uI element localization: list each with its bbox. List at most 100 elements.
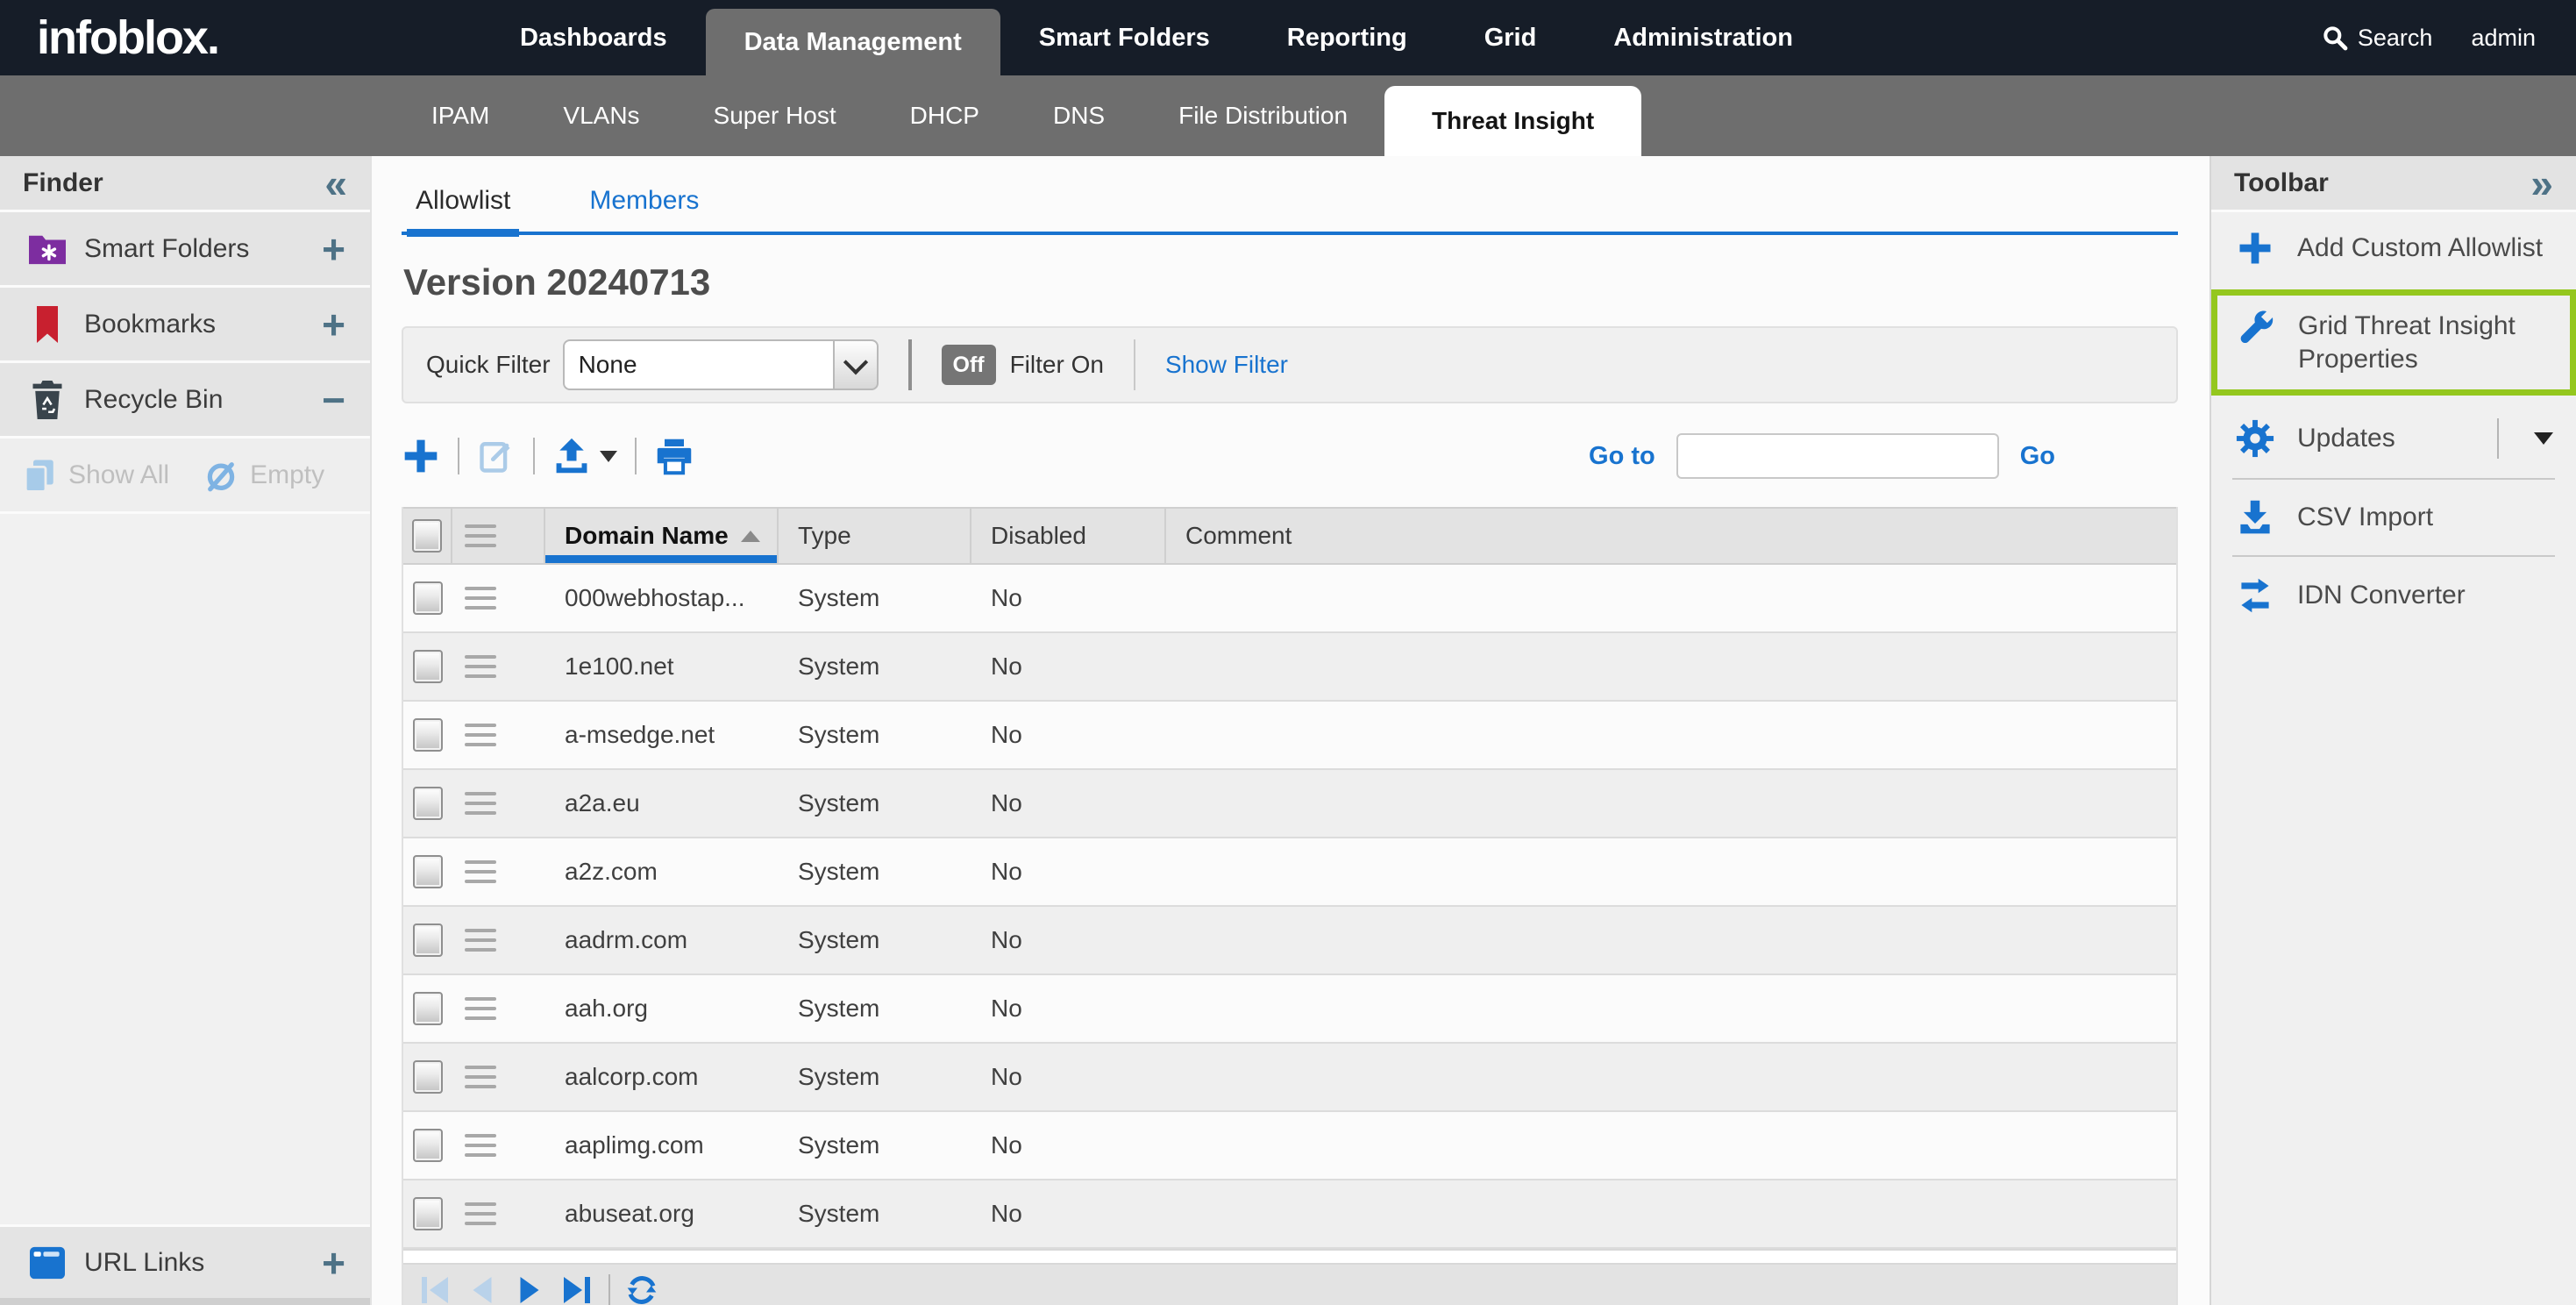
toolbar-item-add-custom-allowlist[interactable]: Add Custom Allowlist [2211,212,2576,284]
column-header-comment[interactable]: Comment [1166,509,2176,563]
toolbar-item-idn-converter[interactable]: IDN Converter [2211,559,2576,632]
go-button[interactable]: Go [2020,442,2055,471]
last-page-button[interactable] [558,1271,596,1305]
row-menu-icon[interactable] [452,565,545,631]
print-button[interactable] [654,437,694,475]
table-row[interactable]: aadrm.comSystemNo [403,907,2176,975]
row-menu-icon[interactable] [452,907,545,973]
toolbar-item-grid-threat-insight-properties[interactable]: Grid Threat Insight Properties [2217,296,2570,389]
sidebar-item-url-links[interactable]: URL Links + [0,1224,370,1298]
smart-folders-add-button[interactable]: + [322,229,345,269]
subnav-item-super-host[interactable]: Super Host [677,75,873,156]
topnav-item-smart-folders[interactable]: Smart Folders [1000,0,1249,75]
next-page-button[interactable] [510,1271,549,1305]
checkbox[interactable] [413,1197,443,1230]
previous-page-button[interactable] [463,1271,502,1305]
url-links-add-button[interactable]: + [322,1243,345,1283]
expand-panel-icon[interactable]: » [2530,163,2553,203]
row-checkbox[interactable] [403,565,452,631]
sidebar-item-bookmarks[interactable]: Bookmarks + [0,288,370,363]
edit-button-disabled[interactable] [477,437,516,475]
checkbox[interactable] [413,923,443,957]
refresh-button[interactable] [623,1271,661,1305]
checkbox[interactable] [413,650,443,683]
subnav-item-file-distribution[interactable]: File Distribution [1142,75,1384,156]
toolbar-item-updates[interactable]: Updates [2211,401,2576,476]
column-header-disabled[interactable]: Disabled [971,509,1166,563]
subnav-item-dhcp[interactable]: DHCP [873,75,1016,156]
topnav-item-data-management[interactable]: Data Management [706,9,1000,75]
table-row[interactable]: abuseat.orgSystemNo [403,1180,2176,1249]
subnav-item-vlans[interactable]: VLANs [526,75,676,156]
first-page-button[interactable] [416,1271,454,1305]
row-menu-icon[interactable] [452,838,545,905]
empty-button[interactable]: Empty [203,457,324,494]
row-checkbox[interactable] [403,1044,452,1110]
add-button[interactable] [402,437,440,475]
sidebar-item-smart-folders[interactable]: Smart Folders + [0,212,370,288]
filter-toggle-button[interactable]: Off [942,345,996,385]
checkbox[interactable] [412,519,442,553]
cell-type: System [779,907,971,973]
row-checkbox[interactable] [403,975,452,1042]
row-checkbox[interactable] [403,907,452,973]
checkbox[interactable] [413,1129,443,1162]
checkbox[interactable] [413,992,443,1025]
subnav-item-threat-insight[interactable]: Threat Insight [1384,86,1641,156]
table-row[interactable]: a2z.comSystemNo [403,838,2176,907]
sidebar-item-recycle-bin[interactable]: Recycle Bin − [0,363,370,439]
checkbox[interactable] [413,787,443,820]
checkbox[interactable] [413,855,443,888]
upload-dropdown-caret[interactable] [600,451,617,462]
show-filter-link[interactable]: Show Filter [1165,351,1288,379]
select-all-checkbox[interactable] [403,509,452,563]
table-row[interactable]: aaplimg.comSystemNo [403,1112,2176,1180]
tab-allowlist[interactable]: Allowlist [407,186,519,232]
table-row[interactable]: aalcorp.comSystemNo [403,1044,2176,1112]
global-search-button[interactable]: Search [2321,24,2433,52]
checkbox[interactable] [413,581,443,615]
chevron-down-icon[interactable] [833,339,879,390]
row-checkbox[interactable] [403,1112,452,1179]
topnav-item-grid[interactable]: Grid [1446,0,1576,75]
collapse-panel-icon[interactable]: « [324,163,347,203]
column-header-type[interactable]: Type [779,509,971,563]
toolbar-item-csv-import[interactable]: CSV Import [2211,481,2576,553]
table-row[interactable]: a-msedge.netSystemNo [403,702,2176,770]
user-menu[interactable]: admin [2471,25,2536,52]
upload-button[interactable] [552,437,617,475]
row-checkbox[interactable] [403,770,452,837]
checkbox[interactable] [413,1060,443,1094]
row-menu-icon[interactable] [452,1112,545,1179]
row-checkbox[interactable] [403,633,452,700]
table-row[interactable]: 1e100.netSystemNo [403,633,2176,702]
table-row[interactable]: aah.orgSystemNo [403,975,2176,1044]
show-all-button[interactable]: Show All [21,456,169,495]
subnav-item-dns[interactable]: DNS [1016,75,1142,156]
header-menu-icon[interactable] [452,509,545,563]
horizontal-scrollbar[interactable] [403,1249,2176,1265]
bookmarks-add-button[interactable]: + [322,304,345,345]
row-menu-icon[interactable] [452,770,545,837]
table-row[interactable]: 000webhostap...SystemNo [403,565,2176,633]
goto-input[interactable] [1676,433,1999,479]
row-checkbox[interactable] [403,1180,452,1247]
row-menu-icon[interactable] [452,633,545,700]
tab-members[interactable]: Members [580,186,708,232]
checkbox[interactable] [413,718,443,752]
topnav-item-reporting[interactable]: Reporting [1249,0,1446,75]
row-menu-icon[interactable] [452,702,545,768]
table-row[interactable]: a2a.euSystemNo [403,770,2176,838]
quick-filter-select[interactable]: None [563,339,879,390]
column-header-domain-name[interactable]: Domain Name [545,509,779,563]
recycle-bin-collapse-button[interactable]: − [322,380,345,420]
row-menu-icon[interactable] [452,1180,545,1247]
topnav-item-administration[interactable]: Administration [1575,0,1832,75]
updates-dropdown-caret[interactable] [2534,432,2553,445]
row-menu-icon[interactable] [452,975,545,1042]
row-checkbox[interactable] [403,702,452,768]
row-menu-icon[interactable] [452,1044,545,1110]
row-checkbox[interactable] [403,838,452,905]
subnav-item-ipam[interactable]: IPAM [395,75,526,156]
topnav-item-dashboards[interactable]: Dashboards [481,0,706,75]
